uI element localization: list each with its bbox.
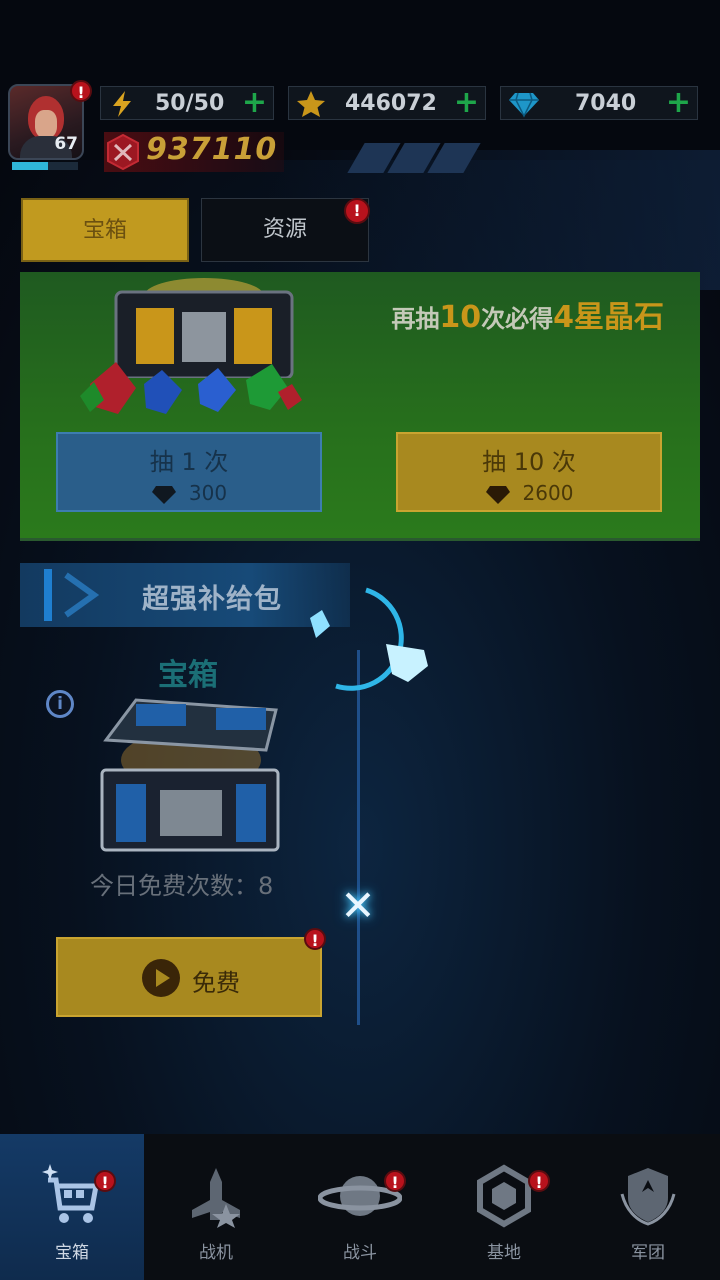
gem-icon <box>151 485 176 504</box>
tab-chest[interactable]: 宝箱 <box>21 198 189 262</box>
supply-chest-image <box>100 698 280 852</box>
draw-ten-cost: 2600 <box>398 481 660 505</box>
combat-power-value: 937110 <box>146 132 278 167</box>
player-level: 67 <box>54 134 78 154</box>
gold-counter: 446072 + <box>288 86 486 120</box>
nav-label-battle: 战斗 <box>343 1243 377 1263</box>
gems-icon <box>80 362 302 414</box>
energy-value: 50/50 <box>155 91 225 116</box>
draw-ten-cost-value: 2600 <box>522 481 574 505</box>
free-button-label: 免费 <box>192 969 240 997</box>
xp-bar-fill <box>12 162 49 170</box>
nav-item-legion[interactable]: 军团 <box>576 1134 720 1280</box>
section-accent-bar <box>44 569 52 621</box>
lightning-icon <box>113 91 131 117</box>
draw-once-cost-value: 300 <box>188 481 228 505</box>
add-diamond-button[interactable]: + <box>666 87 691 119</box>
info-icon[interactable]: i <box>46 690 74 718</box>
gem-icon <box>485 485 510 504</box>
combat-power: 937110 <box>104 132 284 172</box>
section-title: 超强补给包 <box>142 584 282 615</box>
free-count-label: 今日免费次数：8 <box>90 872 274 900</box>
diamond-value: 7040 <box>575 91 637 116</box>
free-alert-badge: ! <box>304 928 326 950</box>
banner-middle: 次必得 <box>481 305 554 333</box>
chevron-right-icon <box>64 572 100 618</box>
draw-once-button[interactable]: 抽 1 次 300 <box>56 432 322 512</box>
fighter-icon <box>192 1168 240 1228</box>
draw-once-cost: 300 <box>58 481 320 505</box>
chest-title: 宝箱 <box>158 658 218 693</box>
draw-once-label: 抽 1 次 <box>149 448 229 476</box>
banner-count: 10 <box>439 300 482 335</box>
nav-base-alert: ! <box>528 1170 550 1192</box>
resources-alert-badge: ! <box>344 198 370 224</box>
crossed-swords-icon <box>107 133 139 171</box>
base-icon <box>477 1164 531 1228</box>
nav-label-legion: 军团 <box>631 1243 665 1263</box>
diamond-counter: 7040 + <box>500 86 698 120</box>
xp-bar <box>12 162 78 170</box>
tutorial-guide-line <box>357 650 360 1025</box>
diamond-icon <box>509 92 539 118</box>
nav-item-battle[interactable]: ! 战斗 <box>288 1134 432 1280</box>
gold-value: 446072 <box>345 91 437 116</box>
nav-chest-alert: ! <box>94 1170 116 1192</box>
nav-item-chest[interactable]: ! 宝箱 <box>0 1134 144 1280</box>
legion-icon <box>620 1168 676 1226</box>
nav-label-base: 基地 <box>487 1243 521 1263</box>
nav-label-fighter: 战机 <box>199 1243 233 1263</box>
nav-item-base[interactable]: ! 基地 <box>432 1134 576 1280</box>
bottom-navigation: ! 宝箱 战机 ! 战斗 ! 基地 军团 <box>0 1134 720 1280</box>
avatar-alert-badge: ! <box>70 80 92 102</box>
play-icon <box>142 959 180 997</box>
banner-prefix: 再抽 <box>391 305 440 333</box>
star-icon <box>297 91 325 117</box>
nav-item-fighter[interactable]: 战机 <box>144 1134 288 1280</box>
swipe-hint-icon <box>310 587 428 691</box>
cart-icon <box>42 1164 99 1223</box>
banner-reward: 4星晶石 <box>553 300 664 335</box>
chest-banner: 再抽10次必得4星晶石 抽 1 次 300 抽 10 次 2600 <box>20 272 700 541</box>
draw-ten-label: 抽 10 次 <box>482 448 576 476</box>
draw-ten-button[interactable]: 抽 10 次 2600 <box>396 432 662 512</box>
nav-battle-alert: ! <box>384 1170 406 1192</box>
close-icon[interactable]: ✕ <box>336 884 380 928</box>
add-gold-button[interactable]: + <box>454 87 479 119</box>
banner-guarantee-text: 再抽10次必得4星晶石 <box>391 292 664 336</box>
nav-label-chest: 宝箱 <box>55 1243 89 1263</box>
add-energy-button[interactable]: + <box>242 87 267 119</box>
free-open-button[interactable]: 免费 <box>56 937 322 1017</box>
energy-counter: 50/50 + <box>100 86 274 120</box>
